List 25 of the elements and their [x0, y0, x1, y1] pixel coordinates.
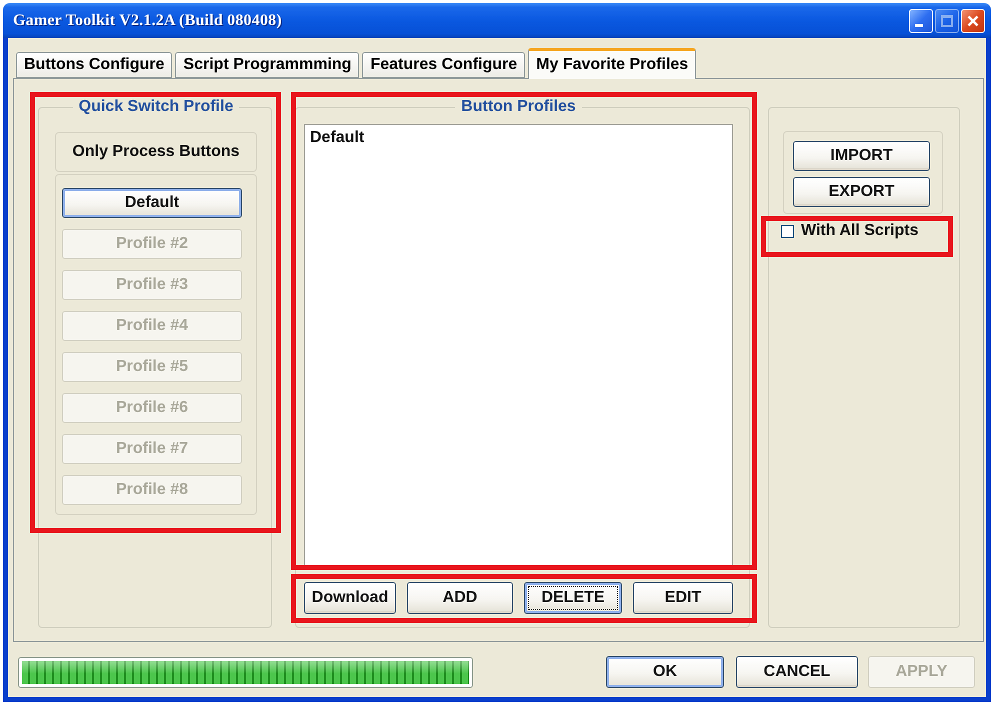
transfer-button[interactable]: IMPORT — [793, 141, 930, 171]
close-button[interactable] — [961, 8, 985, 32]
tab[interactable]: Buttons Configure — [16, 52, 172, 78]
minimize-button[interactable] — [909, 8, 933, 32]
action-button[interactable]: EDIT — [633, 582, 733, 614]
list-item[interactable]: Default — [308, 128, 366, 148]
group-title: Button Profiles — [460, 99, 577, 115]
tab[interactable]: Features Configure — [362, 52, 526, 78]
process-mode-label: Only Process Buttons — [55, 132, 257, 172]
tab[interactable]: My Favorite Profiles — [528, 48, 696, 79]
close-icon — [967, 14, 979, 26]
dialog-button[interactable]: CANCEL — [736, 656, 858, 688]
window-title: Gamer Toolkit V2.1.2A (Build 080408) — [13, 12, 282, 30]
profile-button[interactable]: Default — [62, 188, 242, 218]
dialog-button[interactable]: OK — [606, 656, 724, 688]
transfer-button[interactable]: EXPORT — [793, 177, 930, 207]
checkbox-label[interactable]: With All Scripts — [801, 222, 918, 240]
action-button[interactable]: DELETE — [524, 582, 622, 614]
maximize-icon — [941, 14, 953, 26]
checkbox[interactable] — [781, 224, 794, 238]
action-button[interactable]: Download — [304, 582, 396, 614]
tab[interactable]: Script Programmming — [175, 52, 360, 78]
group-title: Quick Switch Profile — [78, 99, 234, 115]
minimize-icon — [914, 24, 922, 26]
action-button[interactable]: ADD — [407, 582, 513, 614]
